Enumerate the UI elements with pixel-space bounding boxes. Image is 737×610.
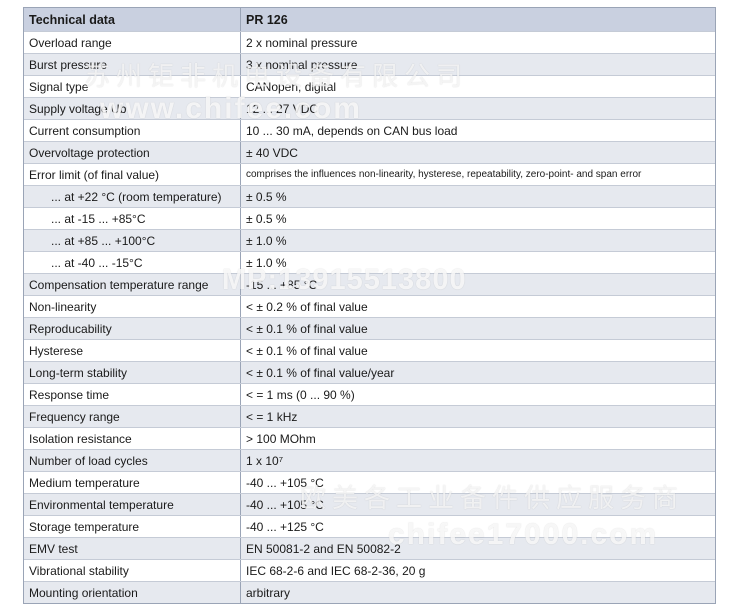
table-row: Overvoltage protection ± 40 VDC <box>24 141 715 163</box>
header-value: PR 126 <box>246 12 288 27</box>
row-value: ± 0.5 % <box>246 189 287 204</box>
table-row: ... at +85 ... +100°C ± 1.0 % <box>24 229 715 251</box>
row-value: arbitrary <box>246 585 291 600</box>
table-row: ... at -15 ... +85°C ± 0.5 % <box>24 207 715 229</box>
table-row: Non-linearity < ± 0.2 % of final value <box>24 295 715 317</box>
row-label: Reproducability <box>24 318 241 339</box>
row-label: ... at -15 ... +85°C <box>24 208 241 229</box>
table-row: Supply voltage Ub 12 ... 27 VDC <box>24 97 715 119</box>
row-label: Compensation temperature range <box>24 274 241 295</box>
table-row: Compensation temperature range -15 ... +… <box>24 273 715 295</box>
table-row: Frequency range < = 1 kHz <box>24 405 715 427</box>
table-row: Error limit (of final value) comprises t… <box>24 163 715 185</box>
table-row: Reproducability < ± 0.1 % of final value <box>24 317 715 339</box>
row-label: ... at +22 °C (room temperature) <box>24 186 241 207</box>
row-label: Response time <box>24 384 241 405</box>
table-row: Signal type CANopen, digital <box>24 75 715 97</box>
row-value: < ± 0.1 % of final value <box>246 321 368 336</box>
row-label: Error limit (of final value) <box>24 164 241 185</box>
row-label: Current consumption <box>24 120 241 141</box>
row-label: ... at +85 ... +100°C <box>24 230 241 251</box>
row-label: Medium temperature <box>24 472 241 493</box>
table-row: Overload range 2 x nominal pressure <box>24 31 715 53</box>
row-label: Supply voltage Ub <box>24 98 241 119</box>
row-label: Mounting orientation <box>24 582 241 603</box>
row-value: -40 ... +105 °C <box>246 497 324 512</box>
row-value: -40 ... +125 °C <box>246 519 324 534</box>
row-value: CANopen, digital <box>246 79 337 94</box>
row-value: < ± 0.2 % of final value <box>246 299 368 314</box>
table-row: Hysterese < ± 0.1 % of final value <box>24 339 715 361</box>
table-row: Storage temperature -40 ... +125 °C <box>24 515 715 537</box>
row-value: ± 1.0 % <box>246 255 287 270</box>
table-row: Isolation resistance > 100 MOhm <box>24 427 715 449</box>
row-label: Signal type <box>24 76 241 97</box>
row-value: < = 1 kHz <box>246 409 298 424</box>
row-value: -15 ... +85 °C <box>246 277 318 292</box>
row-label: ... at -40 ... -15°C <box>24 252 241 273</box>
row-label: Vibrational stability <box>24 560 241 581</box>
row-label: Burst pressure <box>24 54 241 75</box>
header-label: Technical data <box>24 8 241 31</box>
row-value: comprises the influences non-linearity, … <box>246 169 642 180</box>
table-row: EMV test EN 50081-2 and EN 50082-2 <box>24 537 715 559</box>
row-label: Non-linearity <box>24 296 241 317</box>
table-row: Response time < = 1 ms (0 ... 90 %) <box>24 383 715 405</box>
row-value: IEC 68-2-6 and IEC 68-2-36, 20 g <box>246 563 426 578</box>
row-value: < = 1 ms (0 ... 90 %) <box>246 387 355 402</box>
row-value: -40 ... +105 °C <box>246 475 324 490</box>
table-row: Current consumption 10 ... 30 mA, depend… <box>24 119 715 141</box>
row-label: EMV test <box>24 538 241 559</box>
row-label: Isolation resistance <box>24 428 241 449</box>
row-value: 10 ... 30 mA, depends on CAN bus load <box>246 123 458 138</box>
row-value: 12 ... 27 VDC <box>246 101 319 116</box>
table-row: ... at -40 ... -15°C ± 1.0 % <box>24 251 715 273</box>
row-value: ± 1.0 % <box>246 233 287 248</box>
row-value: EN 50081-2 and EN 50082-2 <box>246 541 401 556</box>
row-label: Environmental temperature <box>24 494 241 515</box>
row-value: > 100 MOhm <box>246 431 316 446</box>
row-value: < ± 0.1 % of final value/year <box>246 365 395 380</box>
row-value: 1 x 10⁷ <box>246 453 284 468</box>
table-row: Number of load cycles 1 x 10⁷ <box>24 449 715 471</box>
row-value: < ± 0.1 % of final value <box>246 343 368 358</box>
table-row: Environmental temperature -40 ... +105 °… <box>24 493 715 515</box>
row-value: 2 x nominal pressure <box>246 35 358 50</box>
technical-data-table: Technical data PR 126 Overload range 2 x… <box>23 7 716 604</box>
table-row: Vibrational stability IEC 68-2-6 and IEC… <box>24 559 715 581</box>
table-header-row: Technical data PR 126 <box>24 8 715 31</box>
table-row: Mounting orientation arbitrary <box>24 581 715 603</box>
row-label: Long-term stability <box>24 362 241 383</box>
table-row: Medium temperature -40 ... +105 °C <box>24 471 715 493</box>
row-label: Frequency range <box>24 406 241 427</box>
row-label: Number of load cycles <box>24 450 241 471</box>
row-label: Overvoltage protection <box>24 142 241 163</box>
table-row: Burst pressure 3 x nominal pressure <box>24 53 715 75</box>
row-value: ± 0.5 % <box>246 211 287 226</box>
table-row: Long-term stability < ± 0.1 % of final v… <box>24 361 715 383</box>
row-value: 3 x nominal pressure <box>246 57 358 72</box>
table-row: ... at +22 °C (room temperature) ± 0.5 % <box>24 185 715 207</box>
row-label: Storage temperature <box>24 516 241 537</box>
row-label: Overload range <box>24 32 241 53</box>
row-value: ± 40 VDC <box>246 145 298 160</box>
row-label: Hysterese <box>24 340 241 361</box>
